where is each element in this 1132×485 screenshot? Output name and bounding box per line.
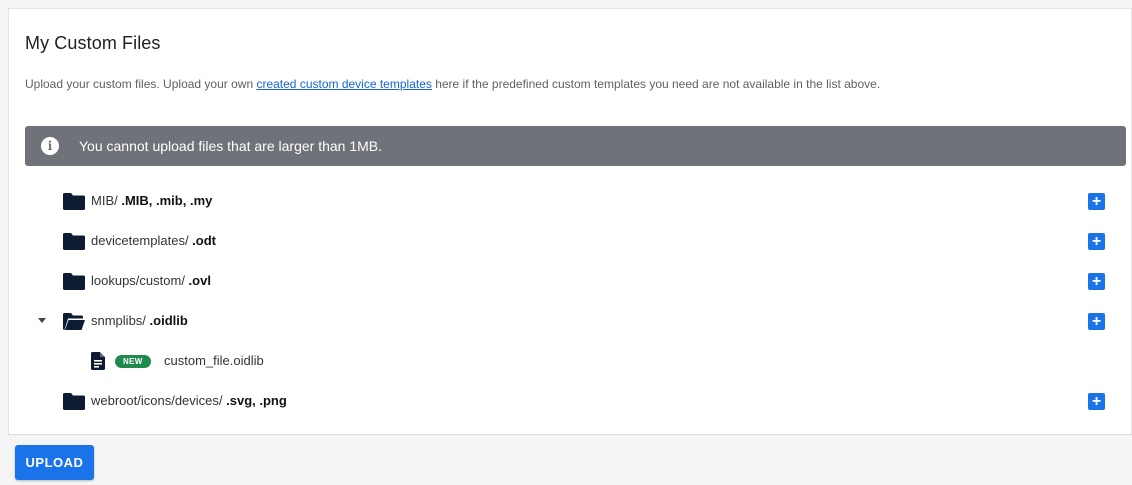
page-title: My Custom Files [25, 33, 161, 53]
add-file-button[interactable]: + [1088, 313, 1105, 330]
folder-extensions: .oidlib [149, 313, 188, 328]
folder-row-snmplibs[interactable]: snmplibs/ .oidlib + [9, 301, 1132, 341]
caret-down-icon[interactable] [38, 318, 46, 323]
folder-row-devicetemplates[interactable]: devicetemplates/ .odt + [9, 221, 1132, 261]
file-name: custom_file.oidlib [164, 353, 264, 368]
folder-extensions: .MIB, .mib, .my [121, 193, 213, 208]
folder-icon [63, 233, 85, 250]
folder-extensions: .odt [192, 233, 216, 248]
description-text-1: Upload your custom files. Upload your ow… [25, 77, 257, 91]
folder-path: lookups/custom/ [91, 273, 189, 288]
file-row-custom-file[interactable]: NEW custom_file.oidlib [9, 341, 1132, 381]
add-file-button[interactable]: + [1088, 193, 1105, 210]
file-size-alert: i You cannot upload files that are large… [25, 126, 1126, 166]
folder-label: lookups/custom/ .ovl [91, 273, 211, 288]
folder-path: devicetemplates/ [91, 233, 193, 248]
add-file-button[interactable]: + [1088, 273, 1105, 290]
folder-extensions: .ovl [188, 273, 211, 288]
new-badge: NEW [115, 355, 151, 368]
folder-extensions: .svg, .png [226, 393, 287, 408]
folder-icon [63, 393, 85, 410]
folder-row-mib[interactable]: MIB/ .MIB, .mib, .my + [9, 181, 1132, 221]
folder-label: webroot/icons/devices/ .svg, .png [91, 393, 287, 408]
custom-device-templates-link[interactable]: created custom device templates [256, 77, 431, 91]
folder-label: devicetemplates/ .odt [91, 233, 216, 248]
folder-label: MIB/ .MIB, .mib, .my [91, 193, 212, 208]
folder-row-webroot-icons-devices[interactable]: webroot/icons/devices/ .svg, .png + [9, 381, 1132, 421]
alert-text: You cannot upload files that are larger … [79, 138, 383, 154]
add-file-button[interactable]: + [1088, 233, 1105, 250]
info-icon: i [41, 137, 59, 155]
folder-path: snmplibs/ [91, 313, 150, 328]
folder-icon [63, 273, 85, 290]
document-icon [91, 352, 105, 370]
panel-description: Upload your custom files. Upload your ow… [25, 77, 880, 91]
add-file-button[interactable]: + [1088, 393, 1105, 410]
description-text-2: here if the predefined custom templates … [431, 77, 881, 91]
custom-files-panel: My Custom Files Upload your custom files… [8, 8, 1132, 435]
folder-path: MIB/ [91, 193, 122, 208]
upload-button[interactable]: UPLOAD [15, 445, 94, 480]
folder-open-icon [63, 313, 85, 330]
folder-path: webroot/icons/devices/ [91, 393, 227, 408]
folder-icon [63, 193, 85, 210]
folder-label: snmplibs/ .oidlib [91, 313, 188, 328]
folder-row-lookups-custom[interactable]: lookups/custom/ .ovl + [9, 261, 1132, 301]
